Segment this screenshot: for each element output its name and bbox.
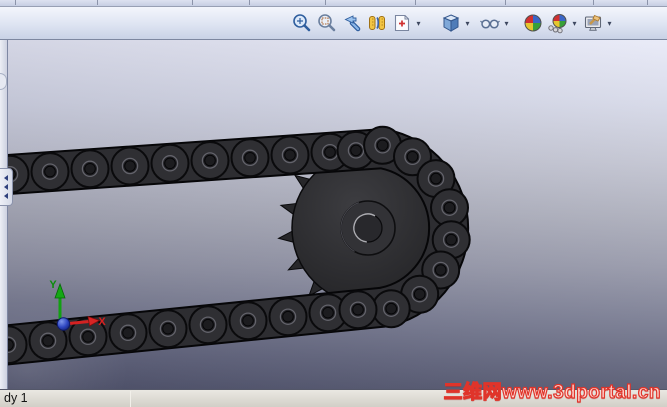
- section-view-icon: [365, 12, 388, 35]
- section-view-button[interactable]: [364, 10, 389, 37]
- view-toolbar-buttons: ▾ ▾ ▾ ▾ ▾: [289, 10, 615, 37]
- edit-appearance-button[interactable]: [520, 10, 545, 37]
- hide-show-items-icon: [478, 12, 501, 35]
- view-orientation-button[interactable]: ▾: [389, 10, 424, 37]
- watermark-text: 三维网www.3dportal.cn: [443, 381, 661, 403]
- display-style-icon: [439, 12, 462, 35]
- edit-appearance-icon: [521, 12, 544, 35]
- hide-show-items-button[interactable]: ▾: [477, 10, 512, 37]
- panel-splitter-handle[interactable]: [0, 168, 13, 206]
- previous-view-button[interactable]: [339, 10, 364, 37]
- chain-sprocket-model: [0, 125, 471, 367]
- dropdown-arrow-icon[interactable]: ▾: [605, 10, 614, 37]
- apply-scene-button[interactable]: ▾: [545, 10, 580, 37]
- previous-view-icon: [340, 12, 363, 35]
- dropdown-arrow-icon[interactable]: ▾: [570, 10, 579, 37]
- upper-toolbar-edge: [0, 0, 667, 7]
- collapse-arrow-icon: [4, 175, 8, 181]
- view-settings-button[interactable]: ▾: [580, 10, 615, 37]
- dropdown-arrow-icon[interactable]: ▾: [502, 10, 511, 37]
- zoom-to-fit-button[interactable]: [289, 10, 314, 37]
- reference-triad: Y X: [49, 279, 106, 331]
- display-style-button[interactable]: ▾: [438, 10, 473, 37]
- dropdown-arrow-icon[interactable]: ▾: [414, 10, 423, 37]
- solidworks-window: ▾ ▾ ▾ ▾ ▾ Y X dy 1 三维网www.3dportal.cn: [0, 0, 667, 407]
- triad-y-label: Y: [49, 279, 57, 291]
- feature-panel-collapsed-edge: [0, 40, 8, 389]
- dropdown-arrow-icon[interactable]: ▾: [463, 10, 472, 37]
- document-label: dy 1: [4, 391, 28, 405]
- view-toolbar: ▾ ▾ ▾ ▾ ▾: [0, 7, 667, 40]
- view-settings-icon: [581, 12, 604, 35]
- model-canvas: Y X: [0, 125, 471, 367]
- status-bar-divider: [130, 391, 131, 407]
- viewport-3d[interactable]: Y X: [0, 40, 667, 389]
- collapse-arrow-icon: [4, 193, 8, 199]
- z-axis-dot: [56, 317, 71, 331]
- triad-x-label: X: [98, 316, 106, 328]
- zoom-to-fit-icon: [290, 12, 313, 35]
- apply-scene-icon: [546, 12, 569, 35]
- zoom-to-area-icon: [315, 12, 338, 35]
- zoom-to-area-button[interactable]: [314, 10, 339, 37]
- view-orientation-icon: [390, 12, 413, 35]
- collapse-arrow-icon: [4, 184, 8, 190]
